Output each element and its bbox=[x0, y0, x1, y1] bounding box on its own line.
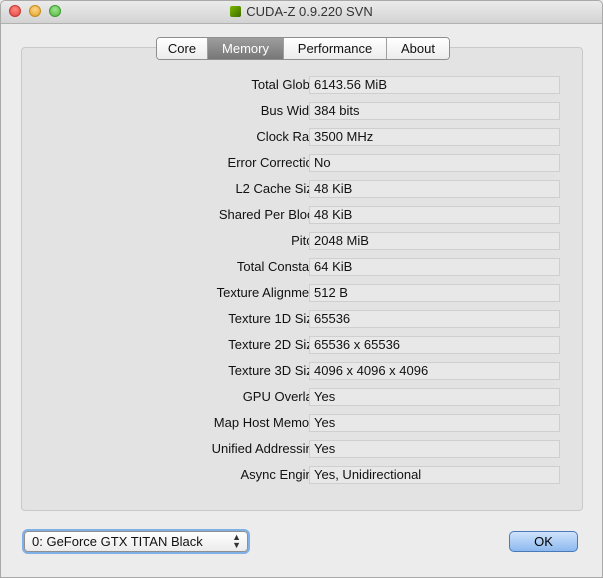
memory-row: Texture Alignment 512 B bbox=[22, 284, 584, 302]
memory-row-label: L2 Cache Size bbox=[235, 181, 320, 196]
memory-row-label: Texture Alignment bbox=[216, 285, 320, 300]
memory-row-value: 2048 MiB bbox=[309, 232, 560, 250]
memory-row: L2 Cache Size 48 KiB bbox=[22, 180, 584, 198]
memory-row-label: Map Host Memory bbox=[213, 415, 320, 430]
memory-row-label: Error Correction bbox=[227, 155, 320, 170]
window-title: CUDA-Z 0.9.220 SVN bbox=[246, 4, 373, 19]
memory-row-value: Yes bbox=[309, 388, 560, 406]
main-window: CUDA-Z 0.9.220 SVN Core Memory Performance… bbox=[0, 0, 603, 578]
select-arrows-icon: ▲ ▼ bbox=[232, 532, 241, 550]
memory-row: Map Host Memory Yes bbox=[22, 414, 584, 432]
memory-row: Clock Rate 3500 MHz bbox=[22, 128, 584, 146]
memory-row: Texture 1D Size 65536 bbox=[22, 310, 584, 328]
memory-row-value: 48 KiB bbox=[309, 206, 560, 224]
tab-core[interactable]: Core bbox=[157, 38, 208, 59]
memory-row-value: Yes bbox=[309, 414, 560, 432]
ok-button[interactable]: OK bbox=[509, 531, 578, 552]
device-select[interactable]: 0: GeForce GTX TITAN Black ▲ ▼ bbox=[24, 531, 248, 552]
title-bar[interactable]: CUDA-Z 0.9.220 SVN bbox=[1, 1, 602, 24]
memory-row-value: No bbox=[309, 154, 560, 172]
memory-row: Texture 2D Size 65536 x 65536 bbox=[22, 336, 584, 354]
tab-about[interactable]: About bbox=[387, 38, 449, 59]
memory-panel: Total Global 6143.56 MiB Bus Width 384 bits… bbox=[21, 47, 583, 511]
tab-bar: Core Memory Performance About bbox=[156, 37, 450, 60]
memory-row-value: 48 KiB bbox=[309, 180, 560, 198]
memory-row: Async Engine Yes, Unidirectional bbox=[22, 466, 584, 484]
memory-row-value: 4096 x 4096 x 4096 bbox=[309, 362, 560, 380]
memory-row: Unified Addressing Yes bbox=[22, 440, 584, 458]
memory-row: GPU Overlap Yes bbox=[22, 388, 584, 406]
memory-row: Pitch 2048 MiB bbox=[22, 232, 584, 250]
memory-row-label: Texture 3D Size bbox=[228, 363, 320, 378]
memory-row: Bus Width 384 bits bbox=[22, 102, 584, 120]
app-icon bbox=[230, 6, 242, 17]
device-select-value: 0: GeForce GTX TITAN Black bbox=[32, 534, 203, 549]
memory-row-value: 64 KiB bbox=[309, 258, 560, 276]
memory-row: Shared Per Block 48 KiB bbox=[22, 206, 584, 224]
memory-row-label: Texture 1D Size bbox=[228, 311, 320, 326]
memory-row: Error Correction No bbox=[22, 154, 584, 172]
tab-memory[interactable]: Memory bbox=[208, 38, 284, 59]
memory-row-value: Yes bbox=[309, 440, 560, 458]
memory-row-value: Yes, Unidirectional bbox=[309, 466, 560, 484]
window-title-area: CUDA-Z 0.9.220 SVN bbox=[1, 4, 602, 19]
memory-row-value: 384 bits bbox=[309, 102, 560, 120]
memory-row-value: 65536 bbox=[309, 310, 560, 328]
tab-performance[interactable]: Performance bbox=[284, 38, 387, 59]
memory-row-label: Total Constant bbox=[236, 259, 320, 274]
memory-row-label: Unified Addressing bbox=[211, 441, 320, 456]
memory-row-value: 6143.56 MiB bbox=[309, 76, 560, 94]
memory-row-label: Shared Per Block bbox=[218, 207, 320, 222]
memory-row-value: 3500 MHz bbox=[309, 128, 560, 146]
memory-row-value: 512 B bbox=[309, 284, 560, 302]
memory-row-value: 65536 x 65536 bbox=[309, 336, 560, 354]
memory-row: Texture 3D Size 4096 x 4096 x 4096 bbox=[22, 362, 584, 380]
memory-row-label: Texture 2D Size bbox=[228, 337, 320, 352]
memory-row: Total Constant 64 KiB bbox=[22, 258, 584, 276]
memory-row: Total Global 6143.56 MiB bbox=[22, 76, 584, 94]
